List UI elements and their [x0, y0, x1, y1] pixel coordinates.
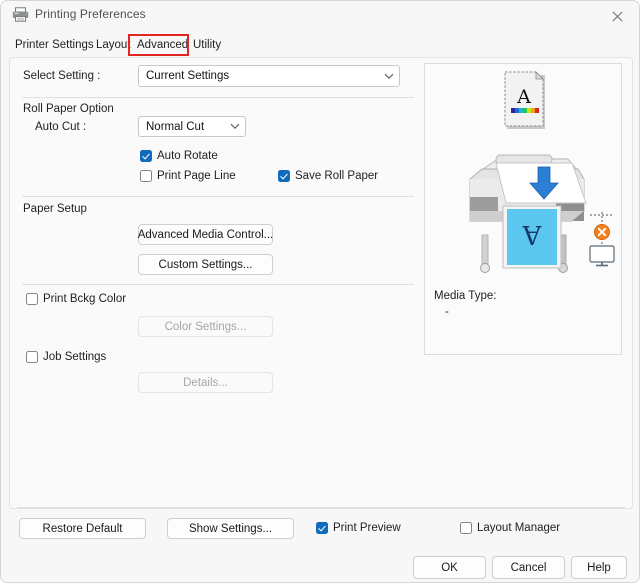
- button-label: Custom Settings...: [158, 258, 253, 271]
- large-format-printer-icon: A: [460, 149, 590, 280]
- auto-cut-combobox[interactable]: Normal Cut: [138, 116, 246, 137]
- auto-rotate-label: Auto Rotate: [157, 150, 218, 162]
- title-bar: Printing Preferences: [1, 1, 639, 31]
- print-preview-label: Print Preview: [333, 522, 401, 534]
- svg-text:A: A: [516, 86, 531, 108]
- select-setting-value: Current Settings: [146, 70, 230, 82]
- footer-bar: Restore Default Show Settings... Print P…: [1, 509, 639, 549]
- advanced-tab-highlight-annotation: [128, 34, 189, 56]
- job-settings-checkbox[interactable]: Job Settings: [26, 351, 106, 363]
- printer-icon: [12, 7, 29, 22]
- button-label: Advanced Media Control...: [137, 228, 274, 241]
- checkbox-box: [316, 522, 328, 534]
- checkbox-box: [460, 522, 472, 534]
- color-settings-button: Color Settings...: [138, 316, 273, 337]
- auto-rotate-checkbox[interactable]: Auto Rotate: [140, 150, 218, 162]
- chevron-down-icon: [225, 123, 245, 130]
- save-roll-paper-label: Save Roll Paper: [295, 170, 379, 182]
- media-type-label: Media Type:: [434, 290, 497, 302]
- tab-label: Utility: [193, 39, 222, 51]
- monitor-icon: [589, 245, 615, 267]
- print-bckg-color-label: Print Bckg Color: [43, 293, 127, 305]
- chevron-down-icon: [379, 73, 399, 80]
- connection-error-icon: [594, 224, 610, 240]
- auto-cut-value: Normal Cut: [146, 120, 205, 133]
- roll-paper-option-group-label: Roll Paper Option: [23, 103, 114, 115]
- ok-button[interactable]: OK: [413, 556, 486, 579]
- connection-status-group: [585, 212, 619, 271]
- divider: [22, 97, 414, 98]
- cancel-button[interactable]: Cancel: [492, 556, 565, 579]
- tab-label: Printer Settings: [15, 39, 94, 51]
- printing-preferences-window: Printing Preferences Printer Settings La…: [0, 0, 640, 583]
- tab-utility[interactable]: Utility: [190, 34, 224, 56]
- button-label: OK: [441, 561, 458, 574]
- show-settings-button[interactable]: Show Settings...: [167, 518, 294, 539]
- preview-pane: A A Media Type: -: [424, 63, 622, 355]
- button-label: Details...: [183, 376, 228, 389]
- tab-label: Layout: [96, 39, 131, 51]
- tab-strip: Printer Settings Layout Advanced Utility: [1, 34, 639, 56]
- print-page-line-label: Print Page Line: [157, 170, 236, 182]
- button-label: Restore Default: [42, 522, 123, 535]
- media-type-value: -: [445, 306, 449, 318]
- button-label: Show Settings...: [188, 522, 273, 535]
- print-preview-checkbox[interactable]: Print Preview: [316, 522, 401, 534]
- settings-panel: Select Setting : Current Settings Roll P…: [9, 57, 633, 509]
- select-setting-label: Select Setting :: [23, 70, 101, 82]
- footer-divider: [17, 507, 625, 508]
- details-button: Details...: [138, 372, 273, 393]
- select-setting-combobox[interactable]: Current Settings: [138, 65, 400, 87]
- svg-text:A: A: [521, 219, 542, 249]
- dialog-button-bar: OK Cancel Help: [1, 551, 639, 582]
- custom-settings-button[interactable]: Custom Settings...: [138, 254, 273, 275]
- layout-manager-checkbox[interactable]: Layout Manager: [460, 522, 560, 534]
- divider: [22, 196, 414, 197]
- restore-default-button[interactable]: Restore Default: [19, 518, 146, 539]
- button-label: Cancel: [510, 561, 547, 574]
- checkbox-box: [140, 170, 152, 182]
- button-label: Color Settings...: [164, 320, 247, 333]
- layout-manager-label: Layout Manager: [477, 522, 561, 534]
- divider: [22, 284, 414, 285]
- paper-setup-group-label: Paper Setup: [23, 203, 87, 215]
- save-roll-paper-checkbox[interactable]: Save Roll Paper: [278, 170, 378, 182]
- window-title: Printing Preferences: [35, 7, 146, 21]
- auto-cut-label: Auto Cut :: [35, 121, 87, 133]
- button-label: Help: [587, 561, 611, 574]
- help-button[interactable]: Help: [571, 556, 627, 579]
- checkbox-box: [140, 150, 152, 162]
- settings-left-column: Select Setting : Current Settings Roll P…: [10, 58, 422, 508]
- close-icon[interactable]: [601, 4, 633, 28]
- document-preview-icon: A: [503, 70, 549, 135]
- checkbox-box: [278, 170, 290, 182]
- checkbox-box: [26, 351, 38, 363]
- print-page-line-checkbox[interactable]: Print Page Line: [140, 170, 236, 182]
- checkbox-box: [26, 293, 38, 305]
- print-bckg-color-checkbox[interactable]: Print Bckg Color: [26, 293, 126, 305]
- advanced-media-control-button[interactable]: Advanced Media Control...: [138, 224, 273, 245]
- job-settings-label: Job Settings: [43, 351, 107, 363]
- tab-printer-settings[interactable]: Printer Settings: [12, 34, 97, 56]
